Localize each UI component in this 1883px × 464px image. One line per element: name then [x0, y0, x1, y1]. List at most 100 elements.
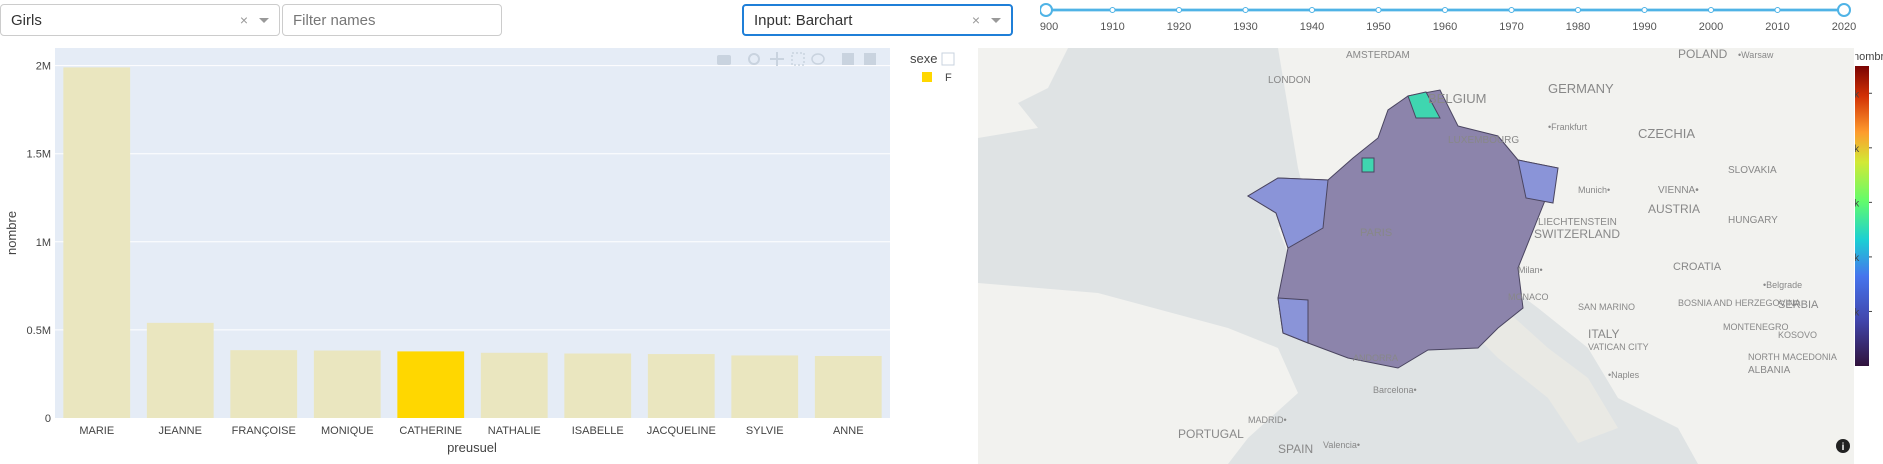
bar-marie[interactable] [63, 67, 131, 418]
label-slovakia: SLOVAKIA [1728, 165, 1777, 176]
y-tick-label: 2M [36, 61, 51, 73]
y-tick-labels: 0 0.5M 1M 1.5M 2M [27, 61, 51, 425]
mode-dropdown-value: Input: Barchart [754, 11, 853, 29]
x-tick-label: MONIQUE [321, 425, 374, 437]
x-tick-label: JEANNE [159, 425, 202, 437]
slider-mark-label: 1990 [1632, 21, 1656, 33]
slider-mark-dot[interactable] [1109, 7, 1116, 13]
bar-jeanne[interactable] [146, 322, 214, 418]
chevron-down-icon[interactable] [259, 17, 269, 23]
label-munich: Munich• [1578, 185, 1610, 195]
map-canvas[interactable]: AMSTERDAM LONDON BELGIUM GERMANY POLAND … [978, 48, 1854, 464]
bar-catherine[interactable] [397, 351, 465, 418]
label-london: LONDON [1268, 75, 1311, 86]
slider-mark-dot[interactable] [1442, 7, 1448, 13]
region-landes[interactable] [1277, 297, 1309, 344]
label-portugal: PORTUGAL [1178, 427, 1244, 441]
clear-icon[interactable]: × [235, 12, 253, 28]
label-vatican: VATICAN CITY [1588, 342, 1649, 352]
filter-names-input[interactable] [282, 4, 502, 36]
x-tick-label: MARIE [79, 425, 114, 437]
chevron-down-icon[interactable] [991, 17, 1001, 23]
label-austria: AUSTRIA [1648, 202, 1700, 216]
slider-mark-label: 1970 [1499, 21, 1523, 33]
slider-handle-end[interactable] [1837, 3, 1851, 17]
x-tick-label: JACQUELINE [647, 425, 716, 437]
y-tick-label: 1.5M [27, 149, 51, 161]
label-amsterdam: AMSTERDAM [1346, 50, 1410, 61]
x-tick-label: SYLVIE [746, 425, 784, 437]
slider-mark-dot[interactable] [1575, 7, 1581, 13]
slider-mark-label: 1980 [1566, 21, 1590, 33]
zoom-in-icon[interactable] [842, 53, 854, 65]
info-icon-glyph: i [1842, 442, 1845, 453]
label-italy: ITALY [1588, 327, 1620, 341]
label-belgium: BELGIUM [1428, 91, 1487, 106]
gender-dropdown-value: Girls [11, 11, 42, 29]
mode-dropdown[interactable]: Input: Barchart × [742, 4, 1013, 36]
slider-mark-dot[interactable] [1176, 7, 1182, 13]
slider-mark-label: 1930 [1233, 21, 1257, 33]
gender-dropdown[interactable]: Girls × [0, 4, 280, 36]
label-monaco: MONACO [1508, 292, 1549, 302]
label-naples: •Naples [1608, 370, 1640, 380]
slider-mark-dot[interactable] [1242, 7, 1249, 13]
slider-mark-label: 1920 [1167, 21, 1191, 33]
slider-mark-dot[interactable] [1774, 7, 1781, 13]
legend-entry-f[interactable]: F [945, 72, 952, 84]
label-north-macedonia: NORTH MACEDONIA [1748, 352, 1837, 362]
bar-isabelle[interactable] [564, 353, 632, 418]
label-vienna: VIENNA• [1658, 185, 1699, 196]
slider-mark-label: 1960 [1433, 21, 1457, 33]
slider-mark-dot[interactable] [1375, 7, 1382, 13]
bar-anne[interactable] [814, 355, 882, 418]
slider-mark-label: 2010 [1765, 21, 1789, 33]
label-andorra: ANDORRA [1353, 353, 1398, 363]
label-kosovo: KOSOVO [1778, 330, 1817, 340]
x-tick-label: CATHERINE [399, 425, 462, 437]
camera-icon[interactable] [717, 55, 731, 65]
bar-nathalie[interactable] [480, 352, 548, 418]
x-tick-label: NATHALIE [488, 425, 541, 437]
label-spain: SPAIN [1278, 442, 1313, 456]
y-tick-label: 0 [45, 413, 51, 425]
slider-mark-dot[interactable] [1508, 7, 1515, 13]
label-czechia: CZECHIA [1638, 126, 1695, 141]
bar-monique[interactable] [313, 350, 381, 418]
y-tick-label: 1M [36, 237, 51, 249]
x-axis-title: preusuel [447, 440, 497, 455]
zoom-out-icon[interactable] [864, 53, 876, 65]
slider-mark-label: 1950 [1366, 21, 1390, 33]
bar-sylvie[interactable] [731, 355, 799, 418]
region-paris[interactable] [1361, 157, 1375, 173]
year-range-slider[interactable]: 1900 1910 1920 1930 1940 1950 1960 1970 1980 1990… [1040, 0, 1880, 38]
bar-chart: MARIE JEANNE FRANÇOISE MONIQUE CATHERINE NATH… [4, 48, 955, 455]
label-warsaw: •Warsaw [1738, 50, 1774, 60]
slider-mark-dot[interactable] [1309, 7, 1315, 13]
slider-mark-label: 1910 [1100, 21, 1124, 33]
slider-handle-start[interactable] [1040, 3, 1053, 17]
x-tick-label: ANNE [833, 425, 864, 437]
label-barcelona: Barcelona• [1373, 385, 1417, 395]
bar-françoise[interactable] [230, 350, 298, 418]
legend-title: sexe [910, 51, 937, 66]
label-albania: ALBANIA [1748, 365, 1791, 376]
label-belgrade: •Belgrade [1763, 280, 1802, 290]
label-poland: POLAND [1678, 48, 1728, 61]
label-frankfurt: •Frankfurt [1548, 122, 1588, 132]
label-san-marino: SAN MARINO [1578, 302, 1635, 312]
legend-swatch-f[interactable] [922, 72, 932, 82]
slider-mark-label: 1900 [1040, 21, 1058, 33]
label-croatia: CROATIA [1673, 261, 1722, 273]
slider-mark-label: 2020 [1832, 21, 1856, 33]
label-madrid: MADRID• [1248, 415, 1287, 425]
colorbar-title: nombre [1855, 51, 1883, 63]
slider-mark-dot[interactable] [1708, 7, 1714, 13]
clear-icon[interactable]: × [967, 12, 985, 28]
choropleth-map[interactable]: AMSTERDAM LONDON BELGIUM GERMANY POLAND … [978, 48, 1854, 464]
x-tick-label: FRANÇOISE [232, 425, 296, 437]
y-tick-label: 0.5M [27, 325, 51, 337]
legend-grid-icon[interactable] [941, 52, 955, 66]
bar-jacqueline[interactable] [647, 354, 715, 418]
slider-mark-dot[interactable] [1641, 7, 1648, 13]
